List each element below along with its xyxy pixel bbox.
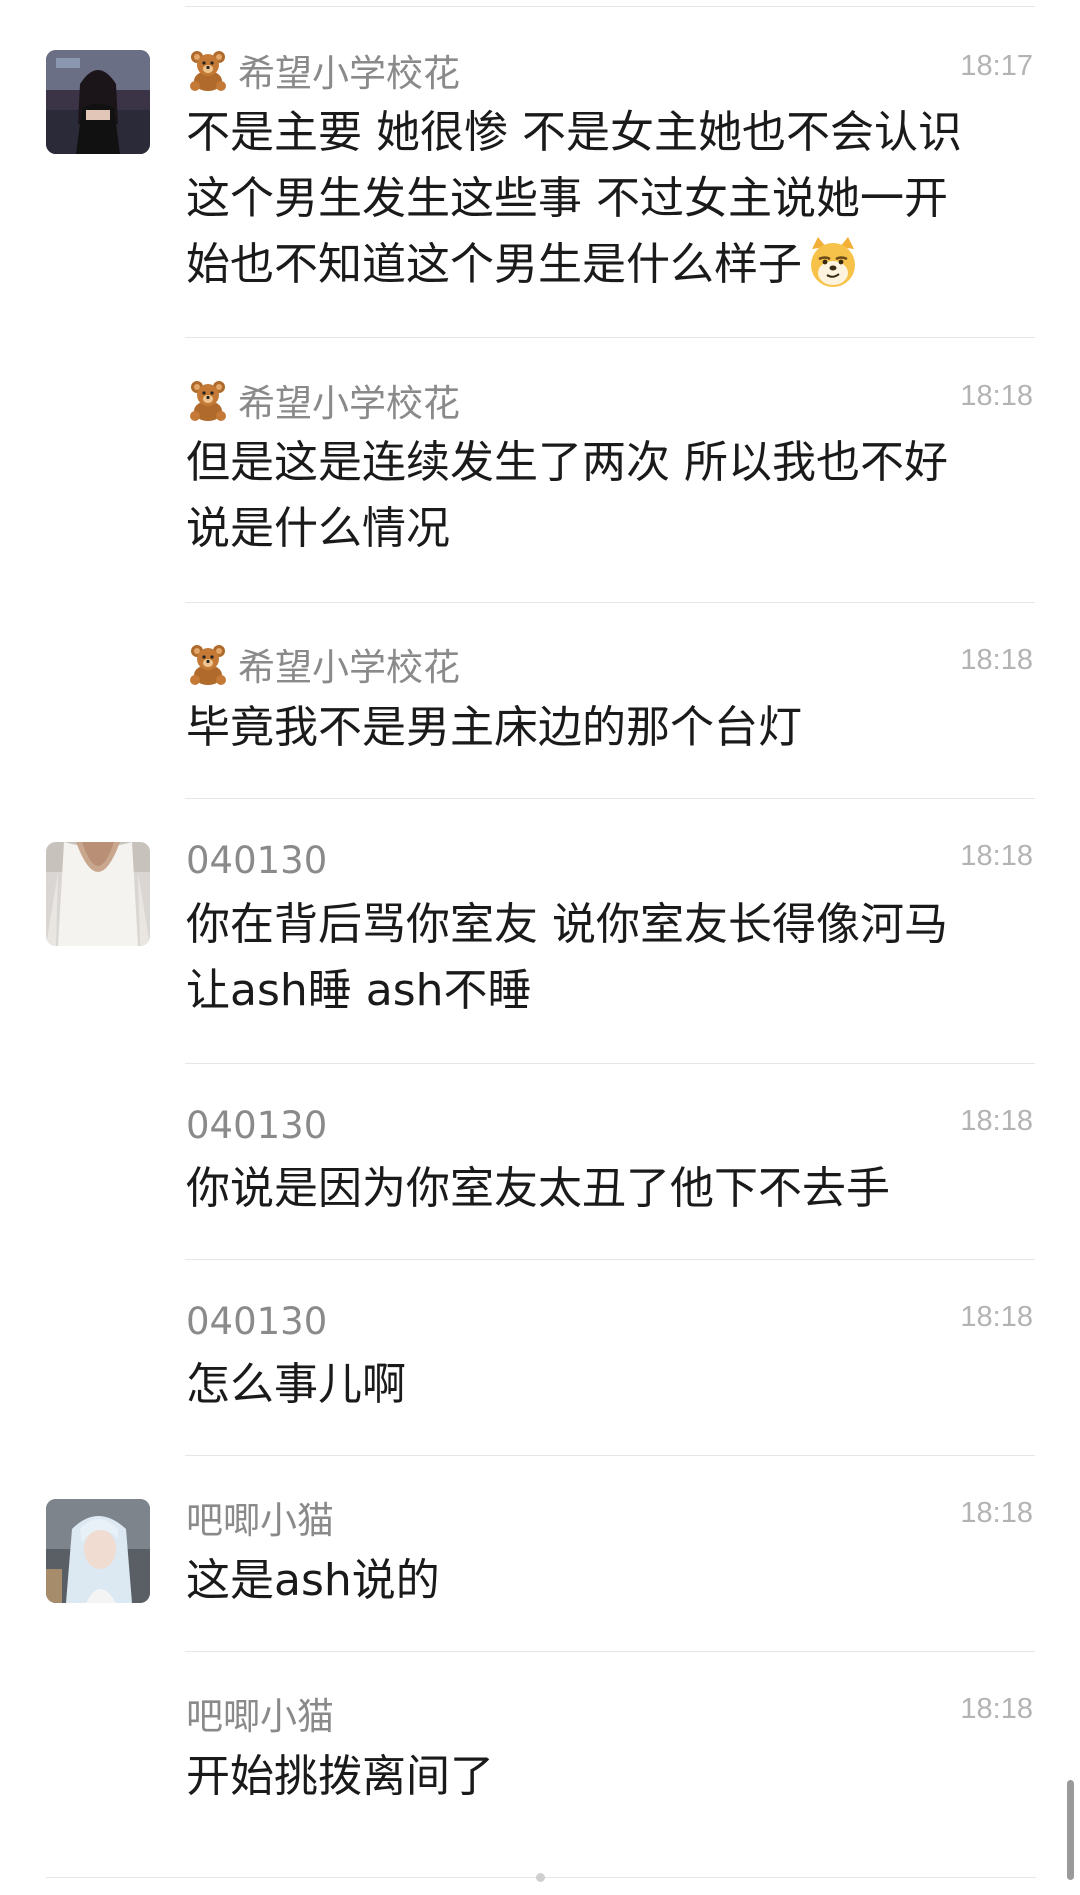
avatar-image <box>46 1499 150 1603</box>
message-line: 始也不知道这个男生是什么样子 <box>186 232 1026 298</box>
message-time: 18:18 <box>960 840 1033 872</box>
sender-name-text: 吧唧小猫 <box>186 1695 334 1738</box>
divider <box>185 1455 1035 1456</box>
avatar[interactable] <box>46 1499 150 1603</box>
message-text[interactable]: 不是主要 她很惨 不是女主她也不会认识 这个男生发生这些事 不过女主说她一开 始… <box>186 100 1026 298</box>
sender-name: 希望小学校花 <box>186 48 460 95</box>
message-line: 开始挑拨离间了 <box>186 1751 494 1802</box>
sender-name: 040130 <box>186 1103 327 1147</box>
message-text[interactable]: 这是ash说的 <box>186 1548 1026 1614</box>
message-time: 18:18 <box>960 380 1033 412</box>
divider <box>185 1063 1035 1064</box>
sender-name-text: 040130 <box>186 1103 328 1147</box>
message-text[interactable]: 毕竟我不是男主床边的那个台灯 <box>186 695 1026 761</box>
sender-name: 吧唧小猫 <box>186 1691 334 1738</box>
avatar[interactable] <box>46 842 150 946</box>
sender-name-text: 吧唧小猫 <box>186 1499 334 1542</box>
message-line: 这个男生发生这些事 不过女主说她一开 <box>186 173 948 224</box>
message-time: 18:18 <box>960 1497 1033 1529</box>
sender-name-text: 希望小学校花 <box>238 52 460 95</box>
sender-name-text: 040130 <box>186 838 328 882</box>
message-time: 18:18 <box>960 1693 1033 1725</box>
message-line-text: 始也不知道这个男生是什么样子 <box>186 239 802 290</box>
sender-name-text: 040130 <box>186 1299 328 1343</box>
divider <box>185 602 1035 603</box>
message-time: 18:18 <box>960 1105 1033 1137</box>
sender-name: 希望小学校花 <box>186 378 460 425</box>
message-text[interactable]: 开始挑拨离间了 <box>186 1744 1026 1810</box>
avatar-image <box>46 842 150 946</box>
divider <box>185 1259 1035 1260</box>
message-text[interactable]: 但是这是连续发生了两次 所以我也不好 说是什么情况 <box>186 430 1026 562</box>
message-time: 18:18 <box>960 644 1033 676</box>
sender-name-text: 希望小学校花 <box>238 382 460 425</box>
divider <box>185 798 1035 799</box>
smirking-doge-emoji <box>806 235 860 289</box>
avatar-image <box>46 50 150 154</box>
scrollbar[interactable] <box>1067 1780 1074 1880</box>
teddy-bear-icon <box>186 642 230 686</box>
message-line: 不是主要 她很惨 不是女主她也不会认识 <box>186 107 962 158</box>
sender-name: 吧唧小猫 <box>186 1495 334 1542</box>
divider <box>185 1651 1035 1652</box>
avatar[interactable] <box>46 50 150 154</box>
message-text[interactable]: 你在背后骂你室友 说你室友长得像河马 让ash睡 ash不睡 <box>186 892 1026 1024</box>
message-line: 但是这是连续发生了两次 所以我也不好 <box>186 437 948 488</box>
message-line: 这是ash说的 <box>186 1555 440 1606</box>
teddy-bear-icon <box>186 48 230 92</box>
sender-name-text: 希望小学校花 <box>238 646 460 689</box>
message-text[interactable]: 你说是因为你室友太丑了他下不去手 <box>186 1156 1026 1222</box>
message-line: 毕竟我不是男主床边的那个台灯 <box>186 702 802 753</box>
message-line: 让ash睡 ash不睡 <box>186 965 532 1016</box>
page-indicator-dot <box>536 1873 545 1882</box>
divider <box>185 337 1035 338</box>
sender-name: 040130 <box>186 1299 327 1343</box>
message-line: 你在背后骂你室友 说你室友长得像河马 <box>186 899 948 950</box>
message-time: 18:18 <box>960 1301 1033 1333</box>
message-text[interactable]: 怎么事儿啊 <box>186 1352 1026 1418</box>
teddy-bear-icon <box>186 378 230 422</box>
sender-name: 希望小学校花 <box>186 642 460 689</box>
message-line: 怎么事儿啊 <box>186 1359 406 1410</box>
sender-name: 040130 <box>186 838 327 882</box>
divider <box>185 6 1035 7</box>
message-time: 18:17 <box>960 50 1033 82</box>
message-line: 你说是因为你室友太丑了他下不去手 <box>186 1163 890 1214</box>
message-line: 说是什么情况 <box>186 503 450 554</box>
